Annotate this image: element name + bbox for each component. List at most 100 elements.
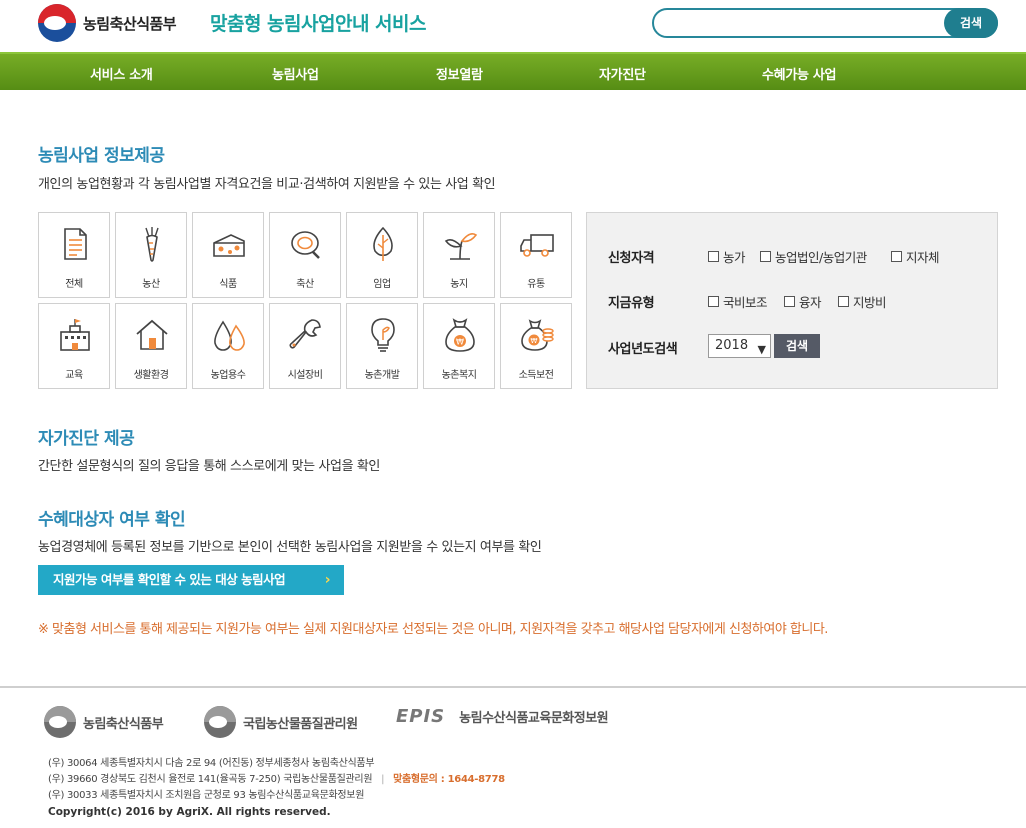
footer-separator: |: [381, 774, 385, 785]
checkbox-box[interactable]: [891, 251, 902, 262]
nav-item-eligible-projects[interactable]: 수혜가능 사업: [762, 64, 836, 83]
checkbox-box[interactable]: [760, 251, 771, 262]
search-box: 검색: [652, 8, 998, 38]
tree-icon: [373, 226, 393, 261]
search-input[interactable]: [664, 13, 934, 33]
cheese-icon: [213, 234, 245, 257]
wrench-icon: [289, 319, 321, 349]
nav-item-agri-projects[interactable]: 농림사업: [272, 64, 319, 83]
footer-copyright: Copyright(c) 2016 by AgriX. All rights r…: [48, 806, 331, 818]
category-grid: 전체 농산 식품 축산 임업 농지 유통 교육 생활환경 농업용수 시설장비 농…: [38, 212, 572, 389]
year-select-value: 2018: [715, 338, 749, 353]
svg-text:₩: ₩: [456, 338, 464, 347]
category-agri-water[interactable]: 농업용수: [192, 303, 264, 389]
footer-logo-name: 농림축산식품부: [83, 716, 164, 732]
truck-icon: [520, 234, 554, 257]
category-label: 소득보전: [518, 370, 554, 381]
year-select[interactable]: 2018 ▼: [708, 334, 771, 358]
footer-logo-epis[interactable]: EPIS 농림수산식품교육문화정보원: [396, 706, 609, 727]
checkbox-local-government[interactable]: 지자체: [891, 247, 940, 266]
category-label: 농지: [450, 279, 468, 290]
category-label: 농산: [142, 279, 160, 290]
eligible-projects-button[interactable]: 지원가능 여부를 확인할 수 있는 대상 농림사업 ›: [38, 565, 344, 595]
main-nav: 서비스 소개 농림사업 정보열람 자가진단 수혜가능 사업: [0, 52, 1026, 90]
fund-type-label: 지금유형: [608, 296, 655, 311]
filter-search-button[interactable]: 검색: [774, 334, 820, 358]
category-label: 식품: [219, 279, 237, 290]
category-all[interactable]: 전체: [38, 212, 110, 298]
category-label: 농촌복지: [441, 370, 477, 381]
category-label: 임업: [373, 279, 391, 290]
year-search-label: 사업년도검색: [608, 342, 678, 357]
water-drops-icon: [214, 320, 245, 351]
nav-item-info-browse[interactable]: 정보열람: [436, 64, 483, 83]
footer-logo-naqs[interactable]: 국립농산물품질관리원: [204, 706, 358, 738]
filter-panel: 신청자격 농가 농업법인/농업기관 지자체 지금유형 국비보조 융자 지방비 사…: [586, 212, 998, 389]
header: 농림축산식품부 맞춤형 농림사업안내 서비스 검색: [0, 0, 1026, 52]
ministry-logo[interactable]: 농림축산식품부: [38, 4, 177, 42]
checkbox-box[interactable]: [838, 296, 849, 307]
checkbox-label: 농가: [723, 250, 746, 265]
category-crops[interactable]: 농산: [115, 212, 187, 298]
logo-text: 농림축산식품부: [83, 14, 177, 33]
school-icon: [60, 319, 90, 351]
checkbox-label: 농업법인/농업기관: [775, 250, 867, 265]
footer-logo-name: 농림수산식품교육문화정보원: [459, 711, 609, 726]
eligibility-label: 신청자격: [608, 251, 655, 266]
lightbulb-icon: [371, 318, 395, 352]
category-income-support[interactable]: ₩ 소득보전: [500, 303, 572, 389]
chevron-right-icon: ›: [324, 572, 331, 588]
search-button[interactable]: 검색: [944, 8, 998, 38]
footer-logo-name: 국립농산물품질관리원: [243, 716, 358, 732]
category-label: 축산: [296, 279, 314, 290]
checkbox-box[interactable]: [708, 251, 719, 262]
checkbox-local-funds[interactable]: 지방비: [838, 292, 887, 311]
footer-address: (우) 30033 세종특별자치시 조치원읍 군청로 93 농림수산식품교육문화…: [48, 790, 365, 801]
checkbox-label: 융자: [799, 295, 822, 310]
money-bag-icon: ₩: [445, 318, 475, 352]
footer-hotline: 맞춤형문의 : 1644-8778: [393, 774, 505, 785]
footer: 농림축산식품부 국립농산물품질관리원 EPIS 농림수산식품교육문화정보원 (우…: [0, 686, 1026, 828]
footer-logo-ministry[interactable]: 농림축산식품부: [44, 706, 164, 738]
category-label: 농촌개발: [364, 370, 400, 381]
category-label: 시설장비: [287, 370, 323, 381]
epis-logo-icon: EPIS: [396, 706, 446, 727]
category-rural-development[interactable]: 농촌개발: [346, 303, 418, 389]
category-facility-equipment[interactable]: 시설장비: [269, 303, 341, 389]
nav-item-service-intro[interactable]: 서비스 소개: [90, 64, 153, 83]
self-diagnosis-description: 간단한 설문형식의 질의 응답을 통해 스스로에게 맞는 사업을 확인: [38, 459, 380, 474]
checkbox-label: 지방비: [853, 295, 887, 310]
category-education[interactable]: 교육: [38, 303, 110, 389]
beneficiary-title: 수혜대상자 여부 확인: [38, 510, 186, 530]
chevron-down-icon: ▼: [757, 343, 766, 356]
taegeuk-logo-icon: [38, 4, 76, 42]
carrot-icon: [145, 227, 159, 262]
category-label: 유통: [527, 279, 545, 290]
checkbox-agri-corporation[interactable]: 농업법인/농업기관: [760, 247, 867, 266]
beneficiary-description: 농업경영체에 등록된 정보를 기반으로 본인이 선택한 농림사업을 지원받을 수…: [38, 540, 542, 555]
checkbox-label: 국비보조: [723, 295, 768, 310]
document-icon: [64, 228, 87, 260]
category-food[interactable]: 식품: [192, 212, 264, 298]
category-living-environment[interactable]: 생활환경: [115, 303, 187, 389]
footer-address: (우) 39660 경상북도 김천시 율전로 141(율곡동 7-250) 국립…: [48, 774, 373, 785]
info-section-title: 농림사업 정보제공: [38, 146, 165, 166]
self-diagnosis-title[interactable]: 자가진단 제공: [38, 424, 135, 449]
category-distribution[interactable]: 유통: [500, 212, 572, 298]
svg-text:₩: ₩: [531, 337, 538, 345]
nav-item-self-diagnosis[interactable]: 자가진단: [599, 64, 646, 83]
category-livestock[interactable]: 축산: [269, 212, 341, 298]
checkbox-box[interactable]: [708, 296, 719, 307]
checkbox-national-subsidy[interactable]: 국비보조: [708, 292, 768, 311]
category-forestry[interactable]: 임업: [346, 212, 418, 298]
checkbox-farm-household[interactable]: 농가: [708, 247, 746, 266]
checkbox-box[interactable]: [784, 296, 795, 307]
category-farmland[interactable]: 농지: [423, 212, 495, 298]
cta-label: 지원가능 여부를 확인할 수 있는 대상 농림사업: [53, 572, 286, 587]
footer-address-line2: (우) 39660 경상북도 김천시 율전로 141(율곡동 7-250) 국립…: [48, 770, 505, 785]
house-icon: [136, 319, 168, 350]
checkbox-label: 지자체: [906, 250, 940, 265]
taegeuk-logo-icon: [204, 706, 236, 738]
checkbox-loan[interactable]: 융자: [784, 292, 822, 311]
category-rural-welfare[interactable]: ₩ 농촌복지: [423, 303, 495, 389]
